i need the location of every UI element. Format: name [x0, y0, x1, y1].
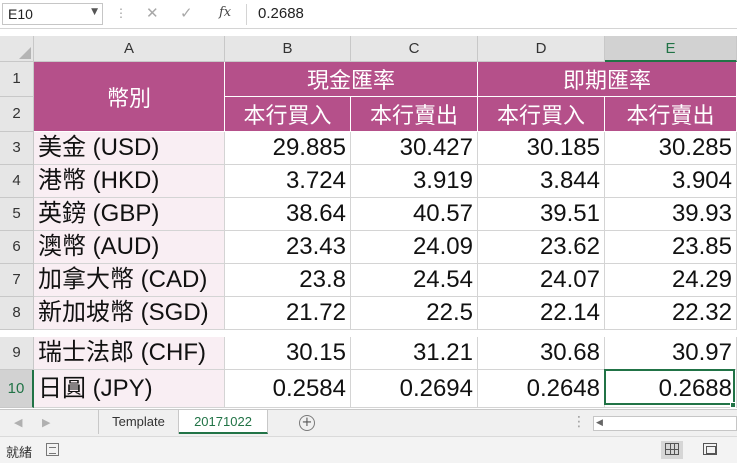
formula-bar: E10 ▼ ⋮ ✕ ✓ fx 0.2688: [0, 0, 737, 29]
row-header-9[interactable]: 9: [0, 337, 34, 370]
sheet-tab-template[interactable]: Template: [98, 410, 179, 434]
cell-a4[interactable]: 港幣 (HKD): [34, 165, 225, 198]
page-layout-button[interactable]: [699, 441, 721, 459]
status-bar: 就緒: [0, 436, 737, 463]
cell-e8[interactable]: 22.32: [605, 297, 737, 330]
cell-b7[interactable]: 23.8: [225, 264, 351, 297]
add-sheet-icon[interactable]: +: [299, 415, 315, 431]
scroll-left-icon[interactable]: ◀: [596, 417, 603, 430]
cell-c5[interactable]: 40.57: [351, 198, 478, 231]
select-all-icon: [19, 47, 31, 59]
cell-e3[interactable]: 30.285: [605, 132, 737, 165]
cell-a5[interactable]: 英鎊 (GBP): [34, 198, 225, 231]
header-spot-buy[interactable]: 本行買入: [478, 97, 605, 132]
name-box-value: E10: [8, 6, 33, 22]
scroll-tabs-left-icon[interactable]: ◀: [14, 416, 22, 429]
row-header-1[interactable]: 1: [0, 62, 34, 97]
header-spot-sell[interactable]: 本行賣出: [605, 97, 737, 132]
cell-e4[interactable]: 3.904: [605, 165, 737, 198]
sheet-tab-bar: ◀ ▶ Template 20171022 + ⋮ ◀: [0, 409, 737, 436]
select-all-button[interactable]: [0, 36, 34, 62]
cell-b10[interactable]: 0.2584: [225, 370, 351, 408]
header-cash-buy[interactable]: 本行買入: [225, 97, 351, 132]
cell-d9[interactable]: 30.68: [478, 337, 605, 370]
grid-view-icon: [665, 443, 679, 455]
cell-c10[interactable]: 0.2694: [351, 370, 478, 408]
cell-b6[interactable]: 23.43: [225, 231, 351, 264]
cell-c9[interactable]: 31.21: [351, 337, 478, 370]
row-header-4[interactable]: 4: [0, 165, 34, 198]
cell-d8[interactable]: 22.14: [478, 297, 605, 330]
tab-splitter-icon[interactable]: ⋮: [572, 414, 586, 430]
header-spot-rate[interactable]: 即期匯率: [478, 62, 737, 97]
row-header-6[interactable]: 6: [0, 231, 34, 264]
cell-b4[interactable]: 3.724: [225, 165, 351, 198]
cell-d6[interactable]: 23.62: [478, 231, 605, 264]
fill-handle[interactable]: [730, 402, 736, 408]
cell-a9[interactable]: 瑞士法郎 (CHF): [34, 337, 225, 370]
cell-b9[interactable]: 30.15: [225, 337, 351, 370]
cell-d10[interactable]: 0.2648: [478, 370, 605, 408]
cell-e7[interactable]: 24.29: [605, 264, 737, 297]
row-header-2[interactable]: 2: [0, 97, 34, 132]
cell-e6[interactable]: 23.85: [605, 231, 737, 264]
horizontal-scrollbar[interactable]: ◀: [593, 416, 737, 431]
row-header-7[interactable]: 7: [0, 264, 34, 297]
cell-a10[interactable]: 日圓 (JPY): [34, 370, 225, 408]
cell-d5[interactable]: 39.51: [478, 198, 605, 231]
status-ready: 就緒: [6, 446, 33, 461]
cell-c3[interactable]: 30.427: [351, 132, 478, 165]
column-header-a[interactable]: A: [34, 36, 225, 62]
cell-c6[interactable]: 24.09: [351, 231, 478, 264]
column-header-c[interactable]: C: [351, 36, 478, 62]
row-header-5[interactable]: 5: [0, 198, 34, 231]
cell-d4[interactable]: 3.844: [478, 165, 605, 198]
column-header-e[interactable]: E: [605, 36, 737, 62]
header-cash-sell[interactable]: 本行賣出: [351, 97, 478, 132]
cancel-icon[interactable]: ✕: [146, 4, 159, 22]
cell-d3[interactable]: 30.185: [478, 132, 605, 165]
name-box[interactable]: E10 ▼: [2, 3, 103, 25]
cell-a6[interactable]: 澳幣 (AUD): [34, 231, 225, 264]
formula-divider: [246, 4, 247, 25]
cell-b8[interactable]: 21.72: [225, 297, 351, 330]
cell-c4[interactable]: 3.919: [351, 165, 478, 198]
cell-e5[interactable]: 39.93: [605, 198, 737, 231]
row-header-8[interactable]: 8: [0, 297, 34, 330]
header-cash-rate[interactable]: 現金匯率: [225, 62, 478, 97]
column-header-b[interactable]: B: [225, 36, 351, 62]
page-layout-icon: [703, 443, 717, 455]
column-header-d[interactable]: D: [478, 36, 605, 62]
formula-input[interactable]: 0.2688: [258, 5, 304, 22]
cell-a7[interactable]: 加拿大幣 (CAD): [34, 264, 225, 297]
more-options-icon: ⋮: [115, 6, 127, 20]
cell-e9[interactable]: 30.97: [605, 337, 737, 370]
cell-b5[interactable]: 38.64: [225, 198, 351, 231]
cell-a8[interactable]: 新加坡幣 (SGD): [34, 297, 225, 330]
cell-b3[interactable]: 29.885: [225, 132, 351, 165]
normal-view-button[interactable]: [661, 441, 683, 459]
macro-record-icon[interactable]: [46, 443, 59, 456]
enter-icon[interactable]: ✓: [180, 4, 193, 22]
sheet-tab-20171022[interactable]: 20171022: [179, 410, 268, 434]
cell-c7[interactable]: 24.54: [351, 264, 478, 297]
active-cell-outline: [604, 369, 735, 405]
row-header-3[interactable]: 3: [0, 132, 34, 165]
scroll-tabs-right-icon[interactable]: ▶: [42, 416, 50, 429]
chevron-down-icon[interactable]: ▼: [91, 7, 98, 17]
insert-function-icon[interactable]: fx: [219, 5, 231, 20]
row-header-10[interactable]: 10: [0, 370, 34, 408]
header-currency[interactable]: 幣別: [34, 62, 225, 132]
cell-c8[interactable]: 22.5: [351, 297, 478, 330]
cell-a3[interactable]: 美金 (USD): [34, 132, 225, 165]
cell-d7[interactable]: 24.07: [478, 264, 605, 297]
